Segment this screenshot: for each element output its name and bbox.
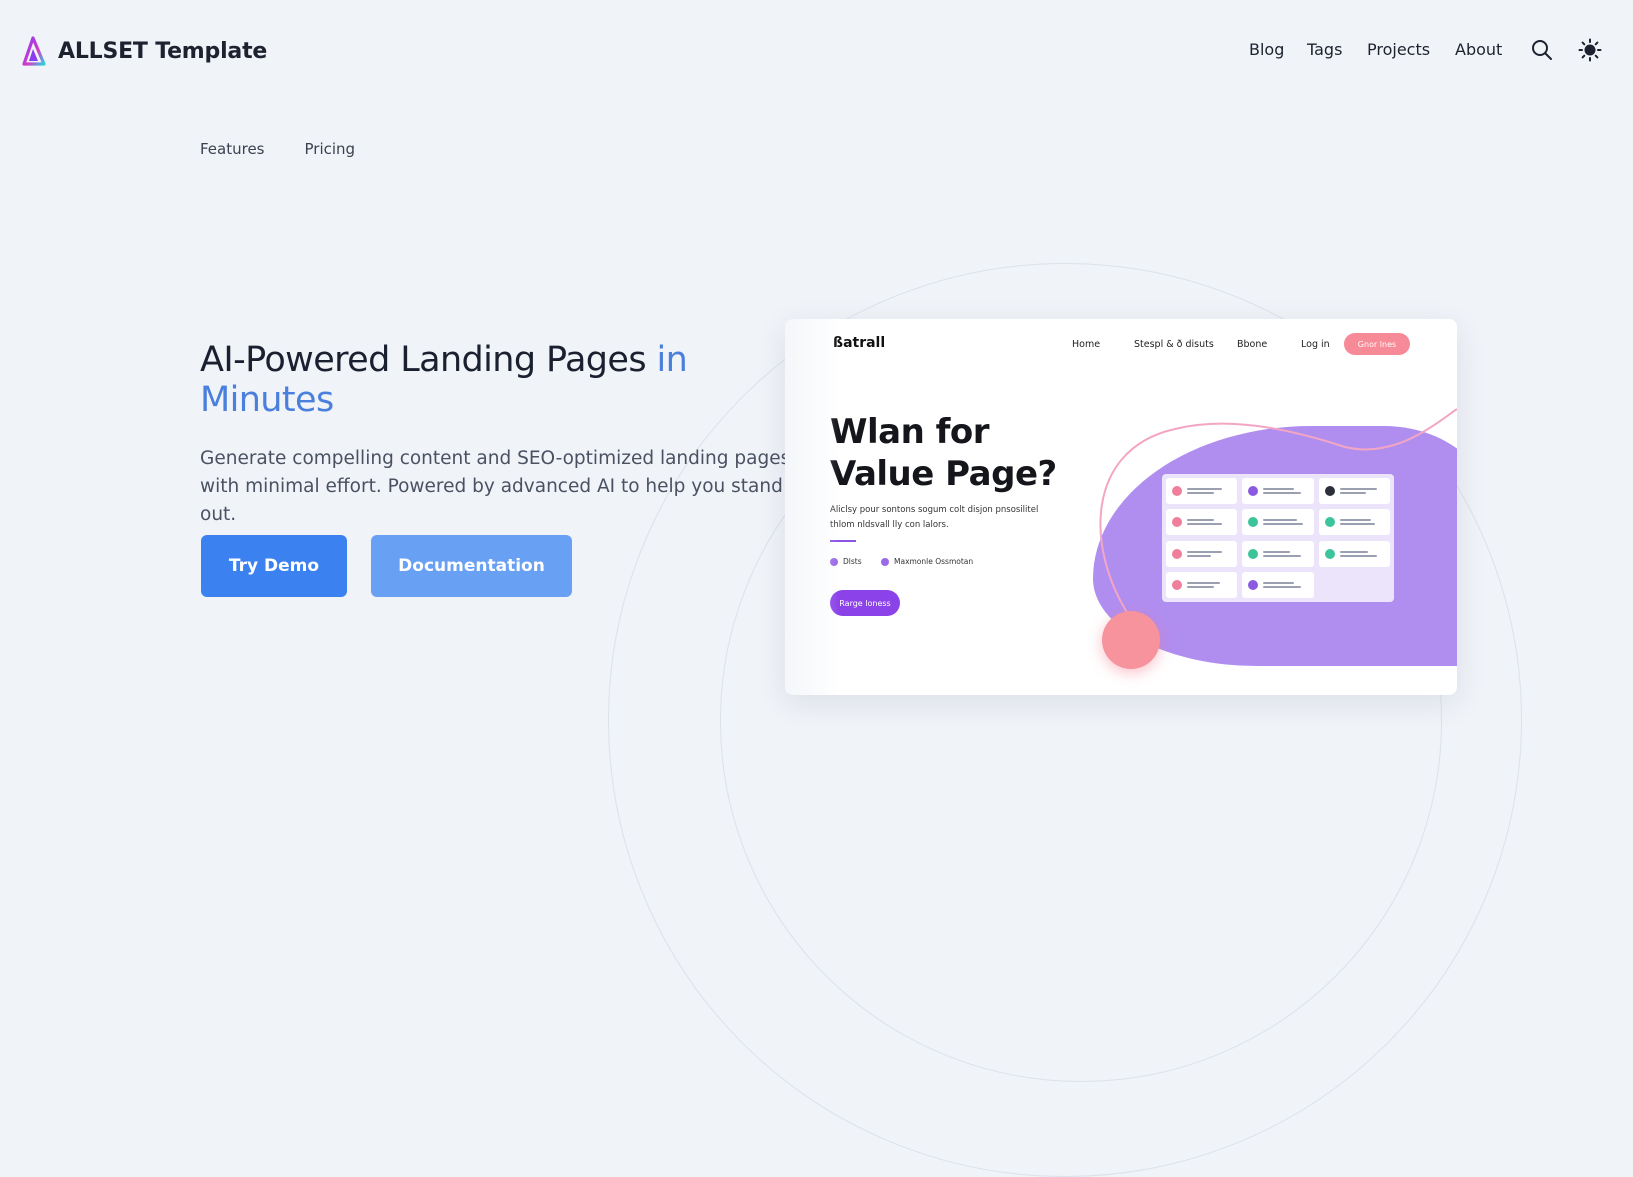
mockup-card xyxy=(1166,509,1238,536)
mockup-button: Rarge loness xyxy=(830,590,900,616)
nav-link-about[interactable]: About xyxy=(1455,40,1502,59)
card-lines xyxy=(1187,580,1231,590)
landing-page-mockup-image: ßatrall Home Stespl & ð disuts Bbone Log… xyxy=(785,319,1457,695)
circle-icon xyxy=(1248,486,1259,496)
mockup-cta-button: Gnor lnes xyxy=(1344,333,1410,355)
brand-name: ALLSET Template xyxy=(58,38,268,64)
card-lines xyxy=(1339,549,1384,559)
hero-title: AI-Powered Landing Pages in Minutes xyxy=(200,340,800,420)
mockup-heading-line: Value Page? xyxy=(830,454,1057,494)
nav-about-wrap: About xyxy=(1455,40,1502,59)
card-lines xyxy=(1263,549,1307,559)
mockup-nav-item: Log in xyxy=(1301,339,1330,350)
dot-icon xyxy=(881,557,889,566)
circle-icon xyxy=(1324,486,1335,496)
circle-icon xyxy=(1324,517,1335,528)
mockup-card xyxy=(1166,540,1238,567)
mockup-card xyxy=(1242,509,1314,536)
hero-description: Generate compelling content and SEO-opti… xyxy=(200,448,791,525)
mockup-tag-label: Maxmonle Ossmotan xyxy=(894,557,974,566)
circle-icon xyxy=(1172,579,1182,590)
card-lines xyxy=(1263,580,1307,590)
mockup-card xyxy=(1242,571,1314,598)
brand[interactable]: ALLSET Template xyxy=(22,36,267,66)
mockup-nav-item: Stespl & ð disuts xyxy=(1134,339,1214,350)
top-navigation: ALLSET Template Blog Tags Projects About xyxy=(0,0,1633,100)
subnav-link-pricing[interactable]: Pricing xyxy=(305,140,356,158)
mockup-card xyxy=(1318,478,1390,504)
sun-icon xyxy=(1578,38,1602,62)
card-lines xyxy=(1263,517,1307,527)
documentation-button[interactable]: Documentation xyxy=(371,535,572,597)
mockup-card xyxy=(1166,478,1238,504)
circle-icon xyxy=(1172,486,1182,496)
search-icon xyxy=(1532,40,1552,60)
nav-tags-wrap: Tags xyxy=(1307,40,1342,59)
sub-navigation: Features Pricing xyxy=(200,140,355,158)
card-lines xyxy=(1187,486,1231,496)
nav-projects-wrap: Projects xyxy=(1367,40,1430,59)
circle-icon xyxy=(1172,517,1182,528)
theme-toggle-button[interactable] xyxy=(1578,38,1602,62)
card-lines xyxy=(1187,549,1231,559)
mockup-card xyxy=(1242,540,1314,567)
triangle-logo-icon xyxy=(22,36,46,66)
mockup-logo: ßatrall xyxy=(833,335,886,351)
circle-icon xyxy=(1172,548,1182,559)
subnav-link-features[interactable]: Features xyxy=(200,140,265,158)
mockup-card-grid xyxy=(1162,474,1394,602)
try-demo-button[interactable]: Try Demo xyxy=(201,535,347,597)
hero-title-main: AI-Powered Landing Pages xyxy=(200,340,647,380)
nav-blog-wrap: Blog xyxy=(1249,40,1284,59)
mockup-card xyxy=(1318,540,1390,567)
card-lines xyxy=(1263,486,1307,496)
pink-ball-shape xyxy=(1102,611,1160,669)
mockup-fade-edge xyxy=(785,319,839,695)
mockup-heading-line: Wlan for xyxy=(830,412,990,452)
nav-link-projects[interactable]: Projects xyxy=(1367,40,1430,59)
mockup-card xyxy=(1242,478,1314,504)
nav-link-tags[interactable]: Tags xyxy=(1307,40,1342,59)
mockup-nav-item: Home xyxy=(1072,339,1101,350)
nav-link-blog[interactable]: Blog xyxy=(1249,40,1284,59)
mockup-tag-label: Dlsts xyxy=(843,557,862,566)
circle-icon xyxy=(1248,548,1259,559)
search-button[interactable] xyxy=(1530,38,1554,62)
mockup-card xyxy=(1318,509,1390,536)
mockup-nav-item: Bbone xyxy=(1237,339,1268,350)
card-lines xyxy=(1339,517,1384,527)
card-lines xyxy=(1187,517,1231,527)
mockup-paragraph: Aliclsy pour sontons sogum colt disjon p… xyxy=(830,505,1039,530)
card-lines xyxy=(1339,486,1384,496)
mockup-heading: Wlan for Value Page? xyxy=(830,411,1057,495)
circle-icon xyxy=(1324,548,1335,559)
circle-icon xyxy=(1248,517,1259,528)
circle-icon xyxy=(1248,579,1259,590)
mockup-card xyxy=(1166,571,1238,598)
mockup-tag: Maxmonle Ossmotan xyxy=(881,557,973,566)
